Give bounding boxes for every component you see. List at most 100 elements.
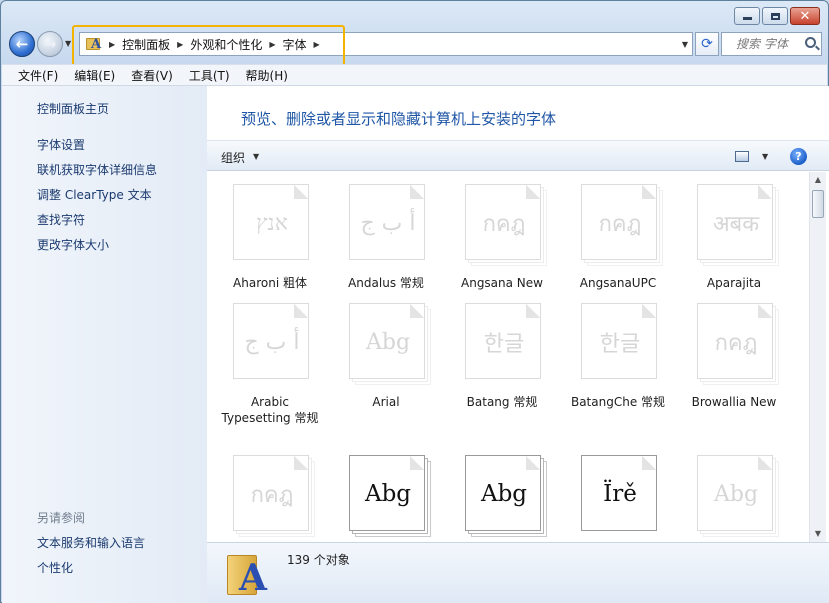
breadcrumb-separator-icon[interactable]: ▶ xyxy=(109,40,115,49)
font-family-icon: अबक xyxy=(697,184,779,266)
scroll-down-button[interactable]: ▼ xyxy=(810,526,826,542)
menu-help[interactable]: 帮助(H) xyxy=(246,67,288,84)
menu-view[interactable]: 查看(V) xyxy=(131,67,173,84)
breadcrumb-control-panel[interactable]: 控制面板 xyxy=(122,36,170,53)
font-family-icon: กคฎ xyxy=(465,184,547,266)
font-name-label: Angsana New xyxy=(461,276,543,290)
refresh-icon: ⟳ xyxy=(701,36,713,52)
forward-button[interactable]: → xyxy=(37,31,63,57)
font-file-icon: 한글 xyxy=(581,303,661,383)
breadcrumb-separator-icon[interactable]: ▶ xyxy=(177,40,183,49)
sidebar-link-get-font-info-online[interactable]: 联机获取字体详细信息 xyxy=(37,161,157,178)
organize-button[interactable]: 组织 xyxy=(221,149,245,166)
font-sample-text: 한글 xyxy=(599,332,641,357)
font-name-label: Browallia New xyxy=(691,395,777,409)
font-grid: אנץ Aharoni 粗体 أ ب ج Andalus 常规 กคฎ Angsana N… xyxy=(207,172,809,542)
breadcrumb-separator-icon[interactable]: ▶ xyxy=(314,40,320,49)
search-input[interactable] xyxy=(722,37,798,51)
font-sample-text: กคฎ xyxy=(250,482,294,508)
address-bar[interactable]: A ▶ 控制面板 ▶ 外观和个性化 ▶ 字体 ▶ ▼ xyxy=(79,32,693,56)
font-file-icon: أ ب ج xyxy=(349,184,429,264)
forward-arrow-icon: → xyxy=(43,34,57,53)
navigation-bar: ← → ▼ A ▶ 控制面板 ▶ 外观和个性化 ▶ 字体 ▶ ▼ ⟳ xyxy=(9,30,822,58)
back-button[interactable]: ← xyxy=(9,31,35,57)
sidebar-link-control-panel-home[interactable]: 控制面板主页 xyxy=(37,100,109,117)
font-sample-text: अबक xyxy=(712,212,760,237)
sidebar-link-personalization[interactable]: 个性化 xyxy=(37,559,73,576)
sidebar-link-font-settings[interactable]: 字体设置 xyxy=(37,136,85,153)
font-sample-text: Abg xyxy=(713,481,759,507)
maximize-icon xyxy=(770,12,780,20)
font-family-icon: กคฎ xyxy=(697,303,779,385)
sidebar-link-cleartype[interactable]: 调整 ClearType 文本 xyxy=(37,186,152,203)
organize-dropdown-icon[interactable]: ▼ xyxy=(253,152,259,161)
font-file-icon: Ïrě xyxy=(581,455,661,535)
font-sample-text: กคฎ xyxy=(482,211,526,237)
task-pane: 控制面板主页 字体设置 联机获取字体详细信息 调整 ClearType 文本 查… xyxy=(2,86,207,603)
caption-buttons: ✕ xyxy=(734,7,820,25)
font-file-icon: 한글 xyxy=(465,303,545,383)
see-also-heading: 另请参阅 xyxy=(37,511,86,525)
command-bar: 组织 ▼ ▼ ? xyxy=(207,140,829,171)
menu-tools[interactable]: 工具(T) xyxy=(189,67,230,84)
font-name-label: BatangChe 常规 xyxy=(570,395,666,409)
fonts-folder-icon: A xyxy=(86,36,102,52)
recent-pages-dropdown[interactable]: ▼ xyxy=(65,39,71,48)
font-sample-text: Abg xyxy=(364,481,412,507)
view-options-dropdown-icon[interactable]: ▼ xyxy=(762,152,768,161)
font-name-label: Arial xyxy=(372,395,400,409)
font-family-icon: กคฎ xyxy=(581,184,663,266)
fonts-folder-large-icon: A xyxy=(227,551,269,599)
search-icon[interactable] xyxy=(805,37,816,48)
page-title: 预览、删除或者显示和隐藏计算机上安装的字体 xyxy=(241,110,557,128)
sidebar-link-find-character[interactable]: 查找字符 xyxy=(37,211,85,228)
back-arrow-icon: ← xyxy=(15,34,29,53)
font-family-icon: Abg xyxy=(349,455,431,537)
font-sample-text: กคฎ xyxy=(714,330,758,356)
close-button[interactable]: ✕ xyxy=(790,7,820,25)
minimize-button[interactable] xyxy=(734,7,760,25)
font-name-label: Arabic Typesetting 常规 xyxy=(221,395,319,425)
menu-bar: 文件(F) 编辑(E) 查看(V) 工具(T) 帮助(H) xyxy=(2,64,827,86)
font-sample-text: אנץ xyxy=(256,211,288,236)
explorer-window: ✕ ← → ▼ A ▶ 控制面板 ▶ 外观和个性化 ▶ 字体 ▶ ▼ ⟳ 文件(… xyxy=(0,0,829,603)
font-family-icon: Abg xyxy=(697,455,779,537)
font-sample-text: 한글 xyxy=(483,332,525,357)
change-view-icon[interactable] xyxy=(735,151,749,162)
font-name-label: Aparajita xyxy=(706,276,762,290)
close-icon: ✕ xyxy=(799,8,811,24)
item-count: 139 个对象 xyxy=(287,553,350,567)
font-name-label: Andalus 常规 xyxy=(348,276,424,290)
breadcrumb-separator-icon[interactable]: ▶ xyxy=(269,40,275,49)
vertical-scrollbar[interactable]: ▲ ▼ xyxy=(809,172,826,542)
maximize-button[interactable] xyxy=(762,7,788,25)
sidebar-link-text-services[interactable]: 文本服务和输入语言 xyxy=(37,534,145,551)
font-sample-text: أ ب ج xyxy=(360,210,416,236)
breadcrumb-fonts[interactable]: 字体 xyxy=(283,36,307,53)
font-sample-text: Abg xyxy=(480,481,528,507)
address-history-dropdown[interactable]: ▼ xyxy=(682,40,688,49)
scroll-thumb[interactable] xyxy=(812,190,824,218)
font-file-icon: أ ب ج xyxy=(233,303,313,383)
font-name-label: Batang 常规 xyxy=(466,395,538,409)
search-box[interactable] xyxy=(721,32,822,56)
font-sample-text: กคฎ xyxy=(598,211,642,237)
help-button[interactable]: ? xyxy=(790,148,807,165)
refresh-button[interactable]: ⟳ xyxy=(695,32,719,56)
menu-file[interactable]: 文件(F) xyxy=(18,67,58,84)
font-family-icon: Abg xyxy=(349,303,431,385)
font-file-icon: אנץ xyxy=(233,184,313,264)
font-sample-text: أ ب ج xyxy=(244,329,300,355)
font-name-label: Aharoni 粗体 xyxy=(233,276,307,290)
sidebar-link-change-font-size[interactable]: 更改字体大小 xyxy=(37,236,109,253)
scroll-up-button[interactable]: ▲ xyxy=(810,172,826,188)
minimize-icon xyxy=(742,17,752,20)
main-content: 预览、删除或者显示和隐藏计算机上安装的字体 组织 ▼ ▼ ? אנץ Aharon… xyxy=(207,86,829,603)
font-sample-text: Abg xyxy=(365,329,411,355)
menu-edit[interactable]: 编辑(E) xyxy=(74,67,115,84)
font-family-icon: กคฎ xyxy=(233,455,315,537)
font-name-label: AngsanaUPC xyxy=(579,276,657,290)
font-sample-text: Ïrě xyxy=(603,481,637,507)
breadcrumb-appearance[interactable]: 外观和个性化 xyxy=(190,36,262,53)
font-family-icon: Abg xyxy=(465,455,547,537)
